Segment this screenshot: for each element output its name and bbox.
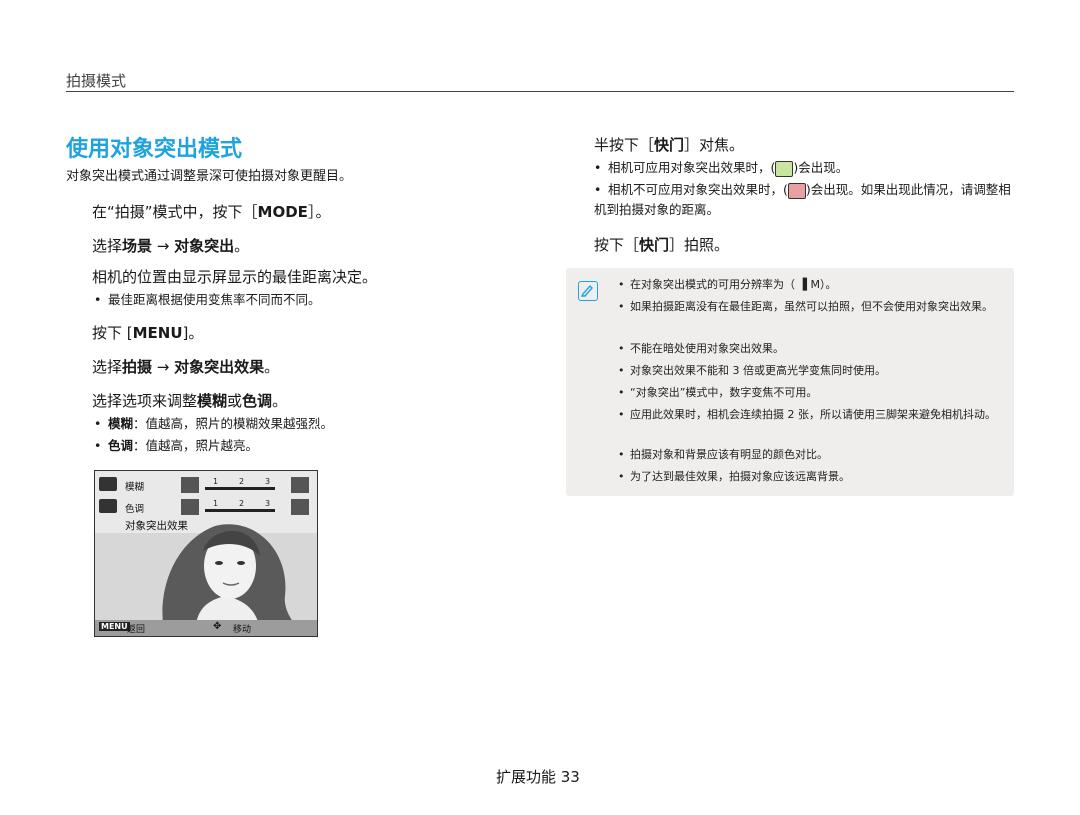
- mode-key: MODE: [257, 203, 308, 221]
- focus-ok-text: 相机可应用对象突出效果时，(: [608, 160, 776, 175]
- step-5: 选择拍摄 → 对象突出效果。: [92, 356, 279, 377]
- page-number: 扩展功能 33: [496, 768, 580, 786]
- step-2-end: 。: [234, 237, 250, 255]
- tone-label: 色调: [125, 504, 145, 515]
- note-item: • “对象突出”模式中，数字变焦不可用。: [618, 386, 818, 399]
- step-5-text: 选择: [92, 358, 123, 376]
- scale-2: 2: [239, 477, 245, 486]
- note-text: 拍摄对象和背景应该有明显的颜色对比。: [630, 448, 828, 461]
- focus-ok-bullet: • 相机可应用对象突出效果时，()会出现。: [594, 160, 849, 177]
- blur-label: 模糊: [125, 482, 145, 493]
- step-8: 按下［快门］拍照。: [594, 234, 729, 255]
- scene-term: 场景: [122, 237, 153, 255]
- move-icon: ✥: [213, 621, 222, 632]
- scale-2: 2: [239, 499, 245, 508]
- note-text: 如果拍摄距离没有在最佳距离，虽然可以拍照，但不会使用对象突出效果。: [630, 300, 993, 313]
- blur-icon: [99, 477, 117, 491]
- note-item: • 如果拍摄距离没有在最佳距离，虽然可以拍照，但不会使用对象突出效果。: [618, 300, 993, 313]
- tone-slider[interactable]: [205, 509, 275, 512]
- note-item: • 不能在暗处使用对象突出效果。: [618, 342, 784, 355]
- move-label: 移动: [233, 625, 252, 635]
- step-6: 选择选项来调整模糊或色调。: [92, 390, 287, 411]
- note-item: • 为了达到最佳效果，拍摄对象应该远离背景。: [618, 470, 850, 483]
- note-text: 对象突出效果不能和 3 倍或更高光学变焦同时使用。: [630, 364, 886, 377]
- step-4-text: 按下 [: [92, 324, 133, 342]
- step-7-text: 半按下［: [594, 136, 655, 154]
- page-title: 使用对象突出模式: [66, 137, 243, 162]
- shooting-term: 拍摄: [122, 358, 153, 376]
- high-tone-icon: [291, 499, 309, 515]
- scale-3: 3: [265, 477, 271, 486]
- step-7-end: ］对焦。: [684, 136, 745, 154]
- step-2-text: 选择: [92, 237, 123, 255]
- low-blur-icon: [181, 477, 199, 493]
- step-3-bullet: • 最佳距离根据使用变焦率不同而不同。: [94, 292, 321, 307]
- note-text: 应用此效果时，相机会连续拍摄 2 张，所以请使用三脚架来避免相机抖动。: [630, 408, 996, 421]
- tone-bullet-text: ：值越高，照片越亮。: [133, 438, 259, 453]
- scale-3: 3: [265, 499, 271, 508]
- back-label: 返回: [127, 625, 146, 635]
- intro-text: 对象突出模式通过调整景深可使拍摄对象更醒目。: [66, 169, 353, 184]
- arrow: →: [152, 237, 175, 255]
- focus-ok-end: )会出现。: [793, 160, 849, 175]
- note-item: • 应用此效果时，相机会连续拍摄 2 张，所以请使用三脚架来避免相机抖动。: [618, 408, 996, 421]
- section-label: 拍摄模式: [66, 72, 127, 90]
- tone-icon: [99, 499, 117, 513]
- note-text: “对象突出”模式中，数字变焦不可用。: [630, 386, 818, 399]
- arrow: →: [152, 358, 175, 376]
- note-text: 不能在暗处使用对象突出效果。: [630, 342, 784, 355]
- step-4-end: ]。: [182, 324, 204, 342]
- blur-row[interactable]: 模糊 1 2 3: [95, 475, 317, 497]
- high-blur-icon: [291, 477, 309, 493]
- or-text: 或: [227, 392, 243, 410]
- step-3: 相机的位置由显示屏显示的最佳距离决定。: [92, 268, 378, 286]
- step-7: 半按下［快门］对焦。: [594, 134, 744, 155]
- focus-fail-bullet: • 相机不可应用对象突出效果时，()会出现。如果出现此情况，请调整相机到拍摄对象的…: [594, 182, 1011, 217]
- step-2: 选择场景 → 对象突出。: [92, 235, 249, 256]
- screen-caption: 对象突出效果: [125, 520, 188, 532]
- step-4: 按下 [MENU]。: [92, 322, 203, 343]
- note-text: 在对象突出模式的可用分辨率为（ ▐ M）。: [630, 278, 837, 291]
- menu-button[interactable]: MENU: [99, 622, 130, 631]
- tone-bullet: • 色调：值越高，照片越亮。: [94, 438, 259, 453]
- blur-bullet: • 模糊：值越高，照片的模糊效果越强烈。: [94, 416, 334, 431]
- shutter-key: 快门: [654, 136, 685, 154]
- step-6-end: 。: [272, 392, 288, 410]
- low-tone-icon: [181, 499, 199, 515]
- camera-screen-illustration: 模糊 1 2 3 色调 1 2 3 对象突出效果 MENU 返回 ✥ 移动: [94, 470, 318, 637]
- note-item: • 对象突出效果不能和 3 倍或更高光学变焦同时使用。: [618, 364, 886, 377]
- blur-slider[interactable]: [205, 487, 275, 490]
- blur-bullet-text: ：值越高，照片的模糊效果越强烈。: [133, 416, 334, 431]
- note-text: 为了达到最佳效果，拍摄对象应该远离背景。: [630, 470, 850, 483]
- blur-bullet-term: 模糊: [108, 416, 134, 431]
- step-8-end: ］拍照。: [669, 236, 730, 254]
- effect-term: 对象突出效果: [174, 358, 265, 376]
- tone-bullet-term: 色调: [108, 438, 134, 453]
- screen-bottom-bar: MENU 返回 ✥ 移动: [95, 620, 317, 636]
- focus-fail-icon: [787, 182, 806, 199]
- tone-term: 色调: [242, 392, 273, 410]
- step-1-end: ］。: [307, 203, 331, 221]
- note-icon: [578, 281, 598, 301]
- focus-ok-icon: [775, 160, 794, 177]
- scale-1: 1: [213, 499, 219, 508]
- step-8-text: 按下［: [594, 236, 640, 254]
- step-3-bullet-text: 最佳距离根据使用变焦率不同而不同。: [108, 292, 321, 307]
- object-highlight-term: 对象突出: [174, 237, 235, 255]
- tone-row[interactable]: 色调 1 2 3: [95, 497, 317, 519]
- menu-key: MENU: [132, 324, 183, 342]
- note-item: • 在对象突出模式的可用分辨率为（ ▐ M）。: [618, 278, 837, 291]
- section-divider: [66, 91, 1014, 92]
- step-5-end: 。: [264, 358, 280, 376]
- step-6-text: 选择选项来调整: [92, 392, 198, 410]
- blur-term: 模糊: [197, 392, 228, 410]
- step-1: 在“拍摄”模式中，按下［MODE］。: [92, 201, 330, 222]
- step-1-text: 在“拍摄”模式中，按下［: [92, 203, 258, 221]
- focus-fail-text: 相机不可应用对象突出效果时，(: [608, 182, 788, 197]
- shutter-key: 快门: [639, 236, 670, 254]
- note-item: • 拍摄对象和背景应该有明显的颜色对比。: [618, 448, 828, 461]
- scale-1: 1: [213, 477, 219, 486]
